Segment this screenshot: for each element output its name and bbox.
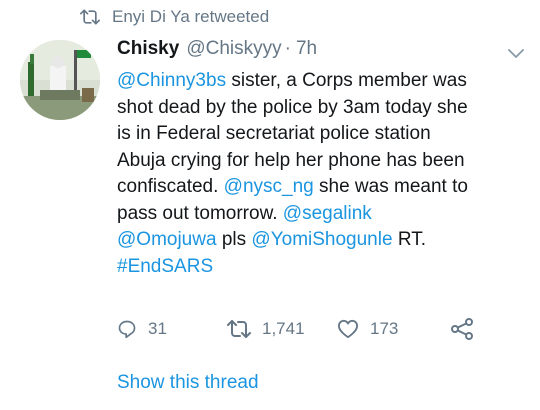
tweet-text-segment: pls	[216, 229, 252, 250]
retweet-banner-text: Enyi Di Ya retweeted	[112, 7, 270, 26]
tweet-header: Chisky @Chiskyyy · 7h	[117, 38, 317, 66]
tweet-text-line: @Chinny3bs sister, a Corps member was	[117, 68, 527, 95]
tweet-text-segment: sister, a Corps member was	[226, 70, 467, 91]
retweet-icon	[227, 320, 251, 338]
tweet-text-line: confiscated. @nysc_ng she was meant to	[117, 174, 527, 201]
tweet-text-segment: pass out tomorrow.	[117, 202, 283, 224]
separator-dot: ·	[284, 38, 291, 59]
tweet-text-segment: RT.	[392, 229, 426, 250]
tweet-text-segment: she was meant to	[313, 176, 468, 197]
tweet-text-line: pass out tomorrow. @segalink	[117, 201, 527, 228]
tweet-text-segment: Abuja crying for help her phone has been	[117, 149, 465, 171]
tweet-text-segment: is in Federal secretariat police station	[117, 123, 431, 144]
reply-count: 31	[148, 319, 167, 338]
tweet-text-line: @Omojuwa pls @YomiShogunle RT.	[117, 227, 527, 254]
author-name[interactable]: Chisky	[117, 38, 179, 60]
tweet-text-segment: confiscated.	[117, 176, 224, 197]
like-button[interactable]: 173	[337, 319, 450, 339]
tweet-text-segment: shot dead by the police by 3am today she	[117, 96, 468, 118]
share-button[interactable]	[450, 317, 474, 341]
retweet-icon	[80, 9, 100, 25]
show-thread-link[interactable]: Show this thread	[117, 372, 259, 394]
share-icon	[451, 318, 473, 340]
tweet-text: @Chinny3bs sister, a Corps member was sho…	[117, 68, 527, 280]
retweet-banner[interactable]: Enyi Di Ya retweeted	[80, 5, 269, 29]
mention-link[interactable]: @nysc_ng	[224, 176, 314, 197]
mention-link[interactable]: @Omojuwa	[117, 229, 217, 250]
mention-link[interactable]: @Chinny3bs	[117, 70, 226, 91]
reply-icon	[118, 320, 136, 339]
tweet-text-line: shot dead by the police by 3am today she	[117, 95, 527, 122]
chevron-down-icon[interactable]	[508, 48, 524, 60]
reply-button[interactable]: 31	[117, 319, 227, 339]
hashtag-link[interactable]: #EndSARS	[117, 256, 213, 277]
retweet-button[interactable]: 1,741	[227, 319, 337, 339]
author-handle[interactable]: @Chiskyyy	[186, 38, 281, 60]
tweet-text-line: #EndSARS	[117, 254, 527, 281]
heart-icon	[337, 319, 358, 339]
like-count: 173	[370, 319, 399, 338]
tweet-text-line: is in Federal secretariat police station	[117, 121, 527, 148]
mention-link[interactable]: @YomiShogunle	[251, 229, 392, 250]
tweet-actions: 31 1,741 173	[117, 316, 474, 342]
retweet-count: 1,741	[262, 319, 305, 338]
tweet-text-line: Abuja crying for help her phone has been	[117, 148, 527, 175]
mention-link[interactable]: @segalink	[283, 203, 372, 224]
tweet-time[interactable]: 7h	[296, 38, 317, 60]
avatar[interactable]	[20, 40, 100, 120]
